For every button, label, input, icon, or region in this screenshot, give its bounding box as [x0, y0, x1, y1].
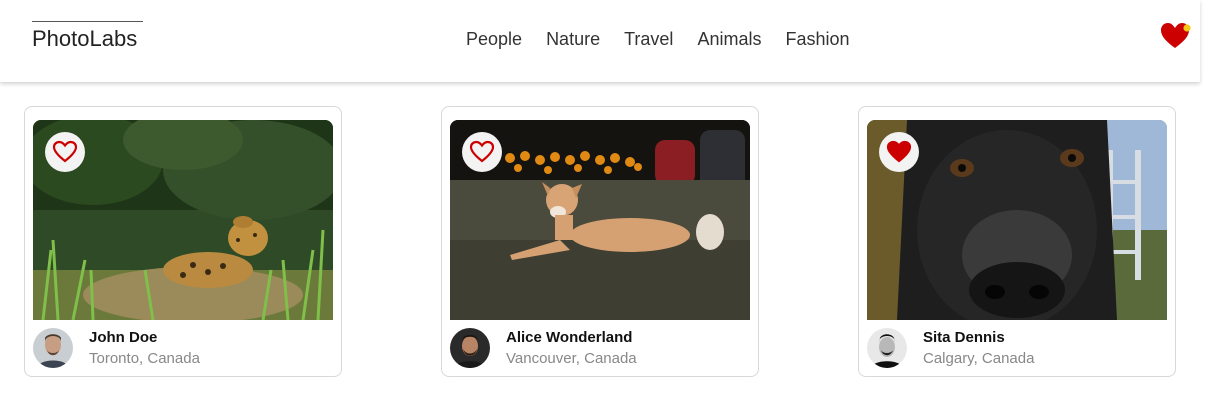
favorite-button[interactable] [45, 132, 85, 172]
photo-list-item[interactable]: Sita Dennis Calgary, Canada [858, 106, 1176, 377]
heart-outline-icon [52, 140, 78, 163]
photo-list-item[interactable]: Alice Wonderland Vancouver, Canada [441, 106, 759, 377]
heart-outline-icon [469, 140, 495, 163]
user-location: Vancouver, Canada [506, 350, 637, 367]
favorite-button[interactable] [879, 132, 919, 172]
photo-image[interactable] [450, 120, 750, 320]
user-location: Calgary, Canada [923, 350, 1035, 367]
topic-animals[interactable]: Animals [697, 28, 761, 50]
photo-list-item[interactable]: John Doe Toronto, Canada [24, 106, 342, 377]
topic-travel[interactable]: Travel [624, 28, 673, 50]
app-logo[interactable]: PhotoLabs [32, 21, 143, 52]
topic-fashion[interactable]: Fashion [785, 28, 849, 50]
user-name: Alice Wonderland [506, 329, 633, 346]
heart-icon [1161, 23, 1191, 48]
avatar [450, 328, 490, 368]
favorites-button[interactable] [1160, 22, 1192, 50]
photo-image[interactable] [867, 120, 1167, 320]
topic-nature[interactable]: Nature [546, 28, 600, 50]
photo-image[interactable] [33, 120, 333, 320]
avatar [33, 328, 73, 368]
user-name: Sita Dennis [923, 329, 1005, 346]
user-location: Toronto, Canada [89, 350, 200, 367]
topic-people[interactable]: People [466, 28, 522, 50]
user-name: John Doe [89, 329, 158, 346]
heart-filled-icon [886, 140, 912, 163]
topic-list: People Nature Travel Animals Fashion [466, 28, 850, 50]
favorite-button[interactable] [462, 132, 502, 172]
notification-dot [1183, 24, 1191, 32]
top-navigation-bar: PhotoLabs People Nature Travel Animals F… [0, 0, 1200, 82]
avatar [867, 328, 907, 368]
